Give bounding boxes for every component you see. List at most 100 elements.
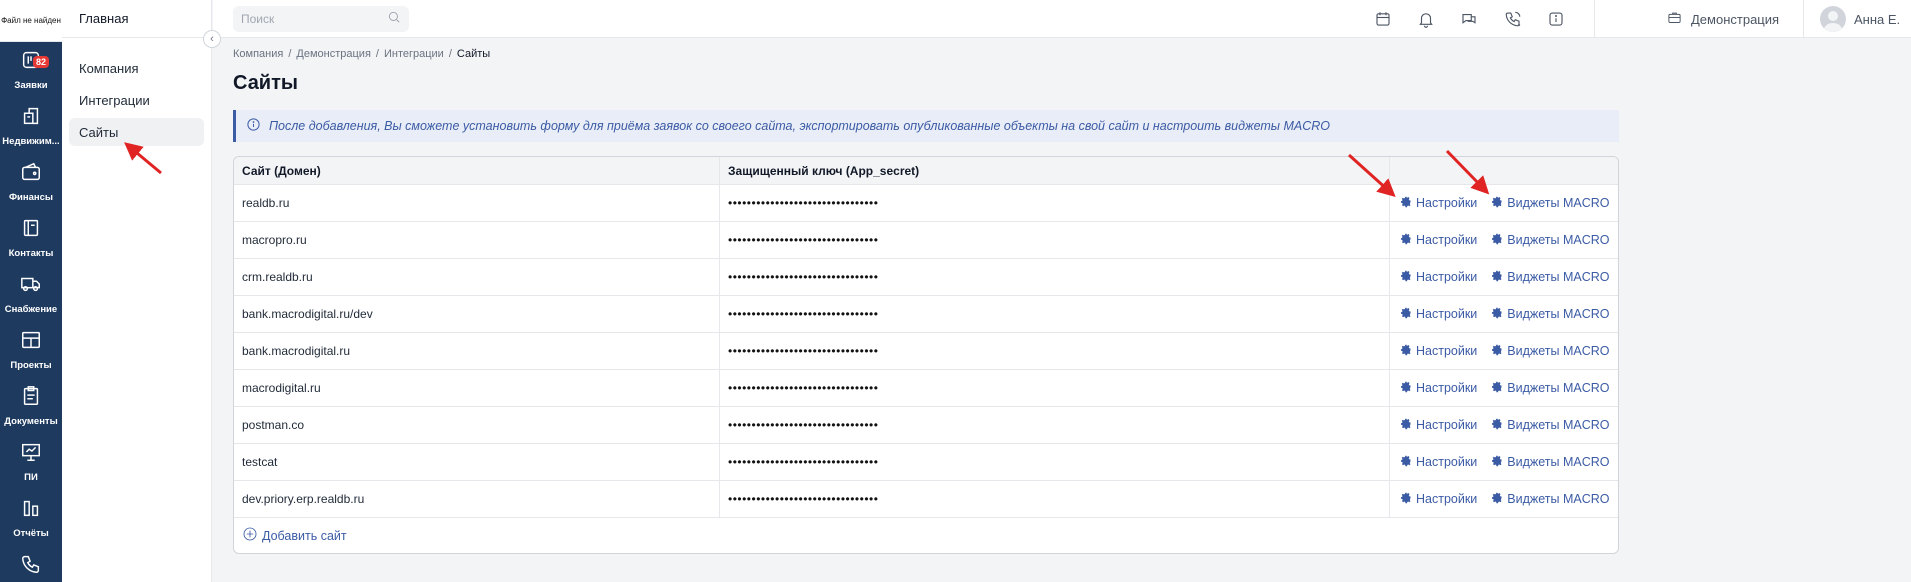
collapse-sidebar-button[interactable]: ‹ [203,30,221,48]
calendar-icon[interactable] [1373,9,1393,29]
macro-widgets-link[interactable]: Виджеты MACRO [1491,344,1610,359]
rail-item-label: Недвижим... [2,136,60,147]
macro-widgets-link[interactable]: Виджеты MACRO [1491,418,1610,433]
subnav-item-integrations[interactable]: Интеграции [69,86,204,114]
rail-item-label: Финансы [8,192,54,203]
site-domain: dev.priory.erp.realdb.ru [234,481,720,517]
site-domain: bank.macrodigital.ru/dev [234,296,720,332]
widgets-label: Виджеты MACRO [1507,196,1610,210]
macro-widgets-link[interactable]: Виджеты MACRO [1491,196,1610,211]
subnav-title[interactable]: Главная [62,0,211,38]
workspace-name: Демонстрация [1691,11,1780,27]
rail-item[interactable]: Звонки [0,546,62,582]
search-box[interactable] [233,6,409,32]
info-text: После добавления, Вы сможете установить … [269,119,1330,133]
widgets-label: Виджеты MACRO [1507,307,1610,321]
macro-widgets-link[interactable]: Виджеты MACRO [1491,455,1610,470]
settings-link[interactable]: Настройки [1400,344,1477,359]
settings-link[interactable]: Настройки [1400,270,1477,285]
rail-item[interactable]: ПИ [0,434,62,490]
realty-icon [20,105,42,132]
gear-icon [1491,418,1503,433]
site-domain: realdb.ru [234,185,720,221]
settings-link[interactable]: Настройки [1400,492,1477,507]
macro-widgets-link[interactable]: Виджеты MACRO [1491,492,1610,507]
rail-item[interactable]: Контакты [0,210,62,266]
settings-link[interactable]: Настройки [1400,418,1477,433]
table-row: macrodigital.ru •••••••••••••••••••••••••… [234,370,1618,407]
gear-icon [1400,233,1412,248]
gear-icon [1491,455,1503,470]
breadcrumb-item[interactable]: Компания [233,48,283,60]
table-row: macropro.ru •••••••••••••••••••••••••••••… [234,222,1618,259]
info-icon[interactable] [1546,9,1566,29]
rail-item[interactable]: Проекты [0,322,62,378]
macro-widgets-link[interactable]: Виджеты MACRO [1491,307,1610,322]
phone-icon [20,553,42,580]
widgets-label: Виджеты MACRO [1507,270,1610,284]
site-domain: crm.realdb.ru [234,259,720,295]
rail-item[interactable]: 82 Заявки [0,42,62,98]
gear-icon [1491,307,1503,322]
macro-widgets-link[interactable]: Виджеты MACRO [1491,270,1610,285]
site-domain: bank.macrodigital.ru [234,333,720,369]
avatar[interactable] [1820,6,1846,32]
macro-widgets-link[interactable]: Виджеты MACRO [1491,233,1610,248]
app-secret-masked: •••••••••••••••••••••••••••••••• [728,233,879,247]
settings-link[interactable]: Настройки [1400,455,1477,470]
bell-icon[interactable] [1416,9,1436,29]
settings-link[interactable]: Настройки [1400,233,1477,248]
app-secret-masked: •••••••••••••••••••••••••••••••• [728,196,879,210]
rail-item[interactable]: Недвижим... [0,98,62,154]
column-header-actions [1390,157,1618,184]
search-input[interactable] [241,12,387,26]
topbar-divider [1803,0,1804,38]
table-row: testcat •••••••••••••••••••••••••••••••• Н… [234,444,1618,481]
rail-item[interactable]: Финансы [0,154,62,210]
settings-link[interactable]: Настройки [1400,196,1477,211]
rail-item-label: Проекты [10,360,52,371]
gear-icon [1400,344,1412,359]
app-rail: Файл не найден 82 Заявки Недвижим... Финанс… [0,0,62,582]
rail-item-label: Снабжение [4,304,58,315]
rail-item[interactable]: Отчёты [0,490,62,546]
breadcrumb-item[interactable]: Демонстрация [296,48,371,60]
rail-item[interactable]: Снабжение [0,266,62,322]
page-title: Сайты [233,72,298,94]
settings-link[interactable]: Настройки [1400,381,1477,396]
rail-item-label: Документы [4,416,58,427]
settings-label: Настройки [1416,381,1478,395]
user-menu[interactable]: Анна Е. [1820,0,1900,38]
settings-label: Настройки [1416,270,1478,284]
chat-icon[interactable] [1459,9,1479,29]
workspace-switcher[interactable]: Демонстрация [1667,0,1779,38]
add-site-button[interactable]: Добавить сайт [234,518,1618,553]
rail-item-label: Отчёты [13,528,49,539]
widgets-label: Виджеты MACRO [1507,344,1610,358]
gear-icon [1400,307,1412,322]
phone-icon[interactable] [1503,9,1523,29]
gear-icon [1400,418,1412,433]
widgets-label: Виджеты MACRO [1507,233,1610,247]
rail-item-label: ПИ [24,472,38,483]
wallet-icon [20,161,42,188]
rail-item[interactable]: Документы [0,378,62,434]
app-secret-masked: •••••••••••••••••••••••••••••••• [728,492,879,506]
app-secret-masked: •••••••••••••••••••••••••••••••• [728,381,879,395]
subnav-item-company[interactable]: Компания [69,54,204,82]
chevron-left-icon: ‹ [210,33,214,45]
breadcrumb-separator: / [375,48,379,60]
app-secret-masked: •••••••••••••••••••••••••••••••• [728,270,879,284]
settings-link[interactable]: Настройки [1400,307,1477,322]
widgets-label: Виджеты MACRO [1507,492,1610,506]
subnav-item-sites[interactable]: Сайты [69,118,204,146]
gear-icon [1491,196,1503,211]
search-icon[interactable] [387,10,401,29]
gear-icon [1400,381,1412,396]
table-row: bank.macrodigital.ru/dev ••••••••••••••••… [234,296,1618,333]
macro-widgets-link[interactable]: Виджеты MACRO [1491,381,1610,396]
breadcrumb-item[interactable]: Интеграции [384,48,444,60]
site-domain: macropro.ru [234,222,720,258]
app-secret-masked: •••••••••••••••••••••••••••••••• [728,455,879,469]
rail-item-label: Заявки [14,80,48,91]
